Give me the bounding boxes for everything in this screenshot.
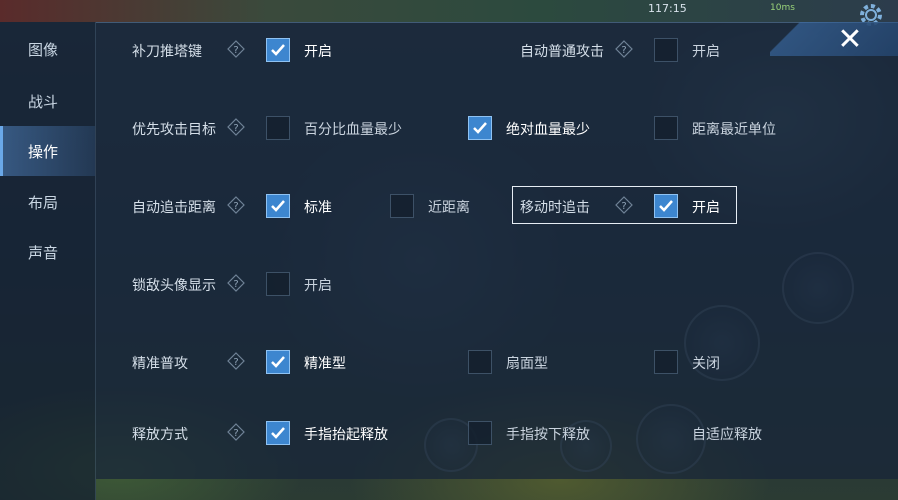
game-clock: 117:15 <box>648 2 687 15</box>
option-label: 开启 <box>304 44 332 60</box>
checkbox[interactable] <box>468 421 492 445</box>
checkbox[interactable] <box>654 116 678 140</box>
help-icon[interactable]: ? <box>227 40 245 58</box>
option-label: 手指按下释放 <box>506 427 590 443</box>
checkbox[interactable] <box>654 194 678 218</box>
help-icon[interactable]: ? <box>227 423 245 441</box>
help-icon[interactable]: ? <box>615 40 633 58</box>
sidebar-item-controls[interactable]: 操作 <box>0 126 95 176</box>
option-label: 开启 <box>692 44 720 60</box>
svg-text:?: ? <box>233 201 238 212</box>
setting-label-auto-attack: 自动普通攻击 <box>520 44 604 60</box>
game-top-bar <box>0 0 898 22</box>
sidebar-item-label: 操作 <box>28 142 59 161</box>
checkbox[interactable] <box>390 194 414 218</box>
option-label: 百分比血量最少 <box>304 122 402 138</box>
network-latency: 10ms <box>770 3 795 13</box>
setting-label-release-mode: 释放方式 <box>132 427 188 443</box>
checkbox[interactable] <box>266 272 290 296</box>
option-label: 自适应释放 <box>692 427 762 443</box>
sidebar-item-layout[interactable]: 布局 <box>0 177 95 227</box>
svg-text:?: ? <box>621 201 626 212</box>
option-label: 距离最近单位 <box>692 122 776 138</box>
checkbox[interactable] <box>654 350 678 374</box>
checkbox[interactable] <box>654 38 678 62</box>
svg-text:?: ? <box>233 428 238 439</box>
option-label: 绝对血量最少 <box>506 122 590 138</box>
setting-label-priority-target: 优先攻击目标 <box>132 122 216 138</box>
sidebar-item-label: 战斗 <box>28 92 59 111</box>
sidebar-item-sound[interactable]: 声音 <box>0 227 95 277</box>
svg-text:?: ? <box>233 357 238 368</box>
sidebar-item-graphics[interactable]: 图像 <box>0 24 95 74</box>
setting-label-lock-enemy-avatar: 锁敌头像显示 <box>132 278 216 294</box>
checkbox[interactable] <box>266 421 290 445</box>
svg-text:?: ? <box>233 45 238 56</box>
help-icon[interactable]: ? <box>615 196 633 214</box>
close-icon: ✕ <box>837 22 863 57</box>
svg-text:?: ? <box>233 279 238 290</box>
sidebar-item-label: 图像 <box>28 40 59 59</box>
option-label: 近距离 <box>428 200 470 216</box>
close-button[interactable]: ✕ <box>832 24 868 56</box>
option-label: 开启 <box>304 278 332 294</box>
help-icon[interactable]: ? <box>227 274 245 292</box>
option-label: 开启 <box>692 200 720 216</box>
help-icon[interactable]: ? <box>227 196 245 214</box>
checkbox[interactable] <box>468 116 492 140</box>
settings-sidebar: 图像 战斗 操作 布局 声音 <box>0 22 96 500</box>
help-icon[interactable]: ? <box>227 118 245 136</box>
checkbox[interactable] <box>266 116 290 140</box>
setting-label-precise-attack: 精准普攻 <box>132 356 188 372</box>
checkbox[interactable] <box>266 350 290 374</box>
option-label: 手指抬起释放 <box>304 427 388 443</box>
checkbox[interactable] <box>266 38 290 62</box>
option-label: 标准 <box>304 200 332 216</box>
svg-text:?: ? <box>621 45 626 56</box>
svg-text:?: ? <box>233 123 238 134</box>
sidebar-item-combat[interactable]: 战斗 <box>0 76 95 126</box>
option-label: 扇面型 <box>506 356 548 372</box>
setting-label-chase-while-moving: 移动时追击 <box>520 200 590 216</box>
sidebar-item-label: 布局 <box>28 193 59 212</box>
setting-label-last-hit-tower: 补刀推塔键 <box>132 44 202 60</box>
help-icon[interactable]: ? <box>227 352 245 370</box>
sidebar-item-label: 声音 <box>28 243 59 262</box>
option-label: 关闭 <box>692 356 720 372</box>
setting-label-auto-chase-distance: 自动追击距离 <box>132 200 216 216</box>
settings-panel <box>96 22 898 479</box>
option-label: 精准型 <box>304 356 346 372</box>
checkbox[interactable] <box>468 350 492 374</box>
checkbox[interactable] <box>266 194 290 218</box>
